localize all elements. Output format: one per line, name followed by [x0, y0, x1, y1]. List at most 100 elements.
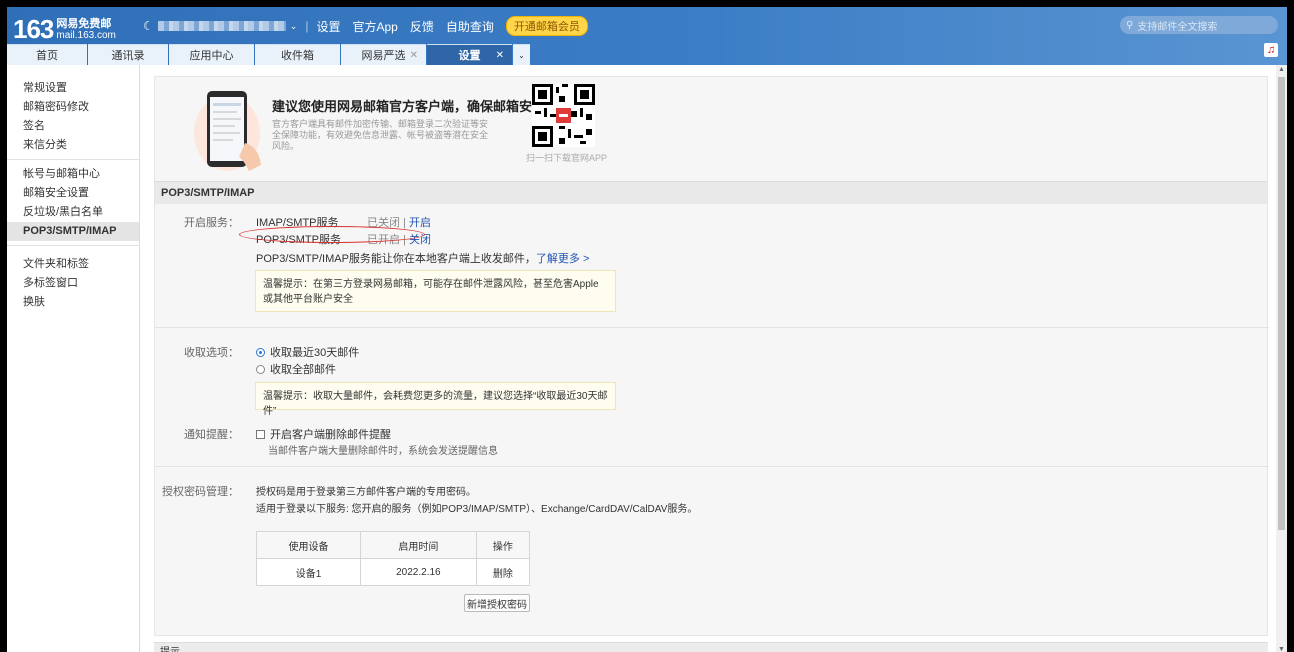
- divider: [155, 327, 1269, 328]
- scroll-thumb[interactable]: [1278, 77, 1285, 530]
- qr-code[interactable]: [532, 84, 595, 147]
- receive-label: 收取选项：: [184, 347, 239, 359]
- tab-label: 网易严选: [361, 50, 406, 62]
- auth-label: 授权密码管理：: [162, 486, 239, 498]
- sidebar-item-general[interactable]: 常规设置: [7, 79, 139, 98]
- sidebar-item-antispam[interactable]: 反垃圾/黑白名单: [7, 203, 139, 222]
- column-header-action: 操作: [475, 531, 531, 559]
- radio-icon[interactable]: [256, 365, 265, 374]
- receive-option-30days-label: 收取最近30天邮件: [270, 347, 360, 359]
- notify-description: 当邮件客户端大量删除邮件时，系统会发送提醒信息: [268, 446, 498, 457]
- service-info-text: POP3/SMTP/IMAP服务能让你在本地客户端上收发邮件，: [256, 253, 536, 265]
- browser-frame: 163 网易免费邮 mail.163.com ☾ ⌄ | 设置 官方App 反馈…: [7, 7, 1287, 652]
- next-section-title: 提示: [154, 642, 1268, 652]
- mail-logo[interactable]: 163 网易免费邮 mail.163.com: [13, 14, 116, 45]
- tab-label: 首页: [36, 50, 58, 62]
- settings-main: 建议您使用网易邮箱官方客户端，确保邮箱安全 官方客户端具有邮件加密传输、邮箱登录…: [141, 65, 1275, 652]
- official-app-link[interactable]: 官方App: [352, 18, 397, 35]
- sidebar-item-account-center[interactable]: 帐号与邮箱中心: [7, 165, 139, 184]
- account-name-blurred[interactable]: [157, 21, 286, 31]
- close-icon[interactable]: ✕: [496, 50, 504, 61]
- receive-option-30days[interactable]: 收取最近30天邮件: [256, 344, 359, 360]
- auth-description-1: 授权码是用于登录第三方邮件客户端的专用密码。: [256, 487, 476, 498]
- tab-more[interactable]: ⌄: [513, 44, 530, 65]
- top-header: 163 网易免费邮 mail.163.com ☾ ⌄ | 设置 官方App 反馈…: [7, 7, 1287, 65]
- logo-line2: mail.163.com: [56, 29, 116, 41]
- logo-line1: 网易免费邮: [56, 17, 112, 30]
- settings-panel: 建议您使用网易邮箱官方客户端，确保邮箱安全 官方客户端具有邮件加密传输、邮箱登录…: [154, 76, 1269, 636]
- auth-description-2: 适用于登录以下服务: 您开启的服务（例如POP3/IMAP/SMTP）、Exch…: [256, 504, 698, 515]
- divider: [155, 466, 1269, 467]
- close-icon[interactable]: ✕: [410, 50, 418, 61]
- tab-inbox[interactable]: 收件箱: [255, 44, 340, 65]
- tab-yanxuan[interactable]: 网易严选 ✕: [341, 44, 426, 65]
- sidebar-item-security[interactable]: 邮箱安全设置: [7, 184, 139, 203]
- moon-icon[interactable]: ☾: [143, 19, 154, 33]
- tab-bar: 首页 通讯录 应用中心 收件箱 网易严选 ✕ 设置 ✕ ⌄: [7, 42, 531, 65]
- self-service-link[interactable]: 自助查询: [446, 18, 494, 35]
- sidebar-item-folders[interactable]: 文件夹和标签: [7, 255, 139, 274]
- tab-label: 应用中心: [189, 50, 234, 62]
- qr-caption: 扫一扫下载官网APP: [526, 153, 608, 163]
- chevron-down-icon[interactable]: ⌄: [290, 21, 298, 32]
- promo-description: 官方客户端具有邮件加密传输、邮箱登录二次验证等安全保障功能，有效避免信息泄露、帐…: [272, 119, 489, 151]
- learn-more-link[interactable]: 了解更多 >: [536, 253, 589, 265]
- settings-sidebar: 常规设置 邮箱密码修改 签名 来信分类 帐号与邮箱中心 邮箱安全设置 反垃圾/黑…: [7, 65, 140, 652]
- separator: |: [400, 217, 409, 229]
- scroll-up-icon[interactable]: ▲: [1276, 65, 1287, 75]
- receive-option-all[interactable]: 收取全部邮件: [256, 361, 336, 377]
- tab-contacts[interactable]: 通讯录: [88, 44, 168, 65]
- sidebar-group-account: 帐号与邮箱中心 邮箱安全设置 反垃圾/黑白名单 POP3/SMTP/IMAP: [7, 165, 139, 246]
- section-title: POP3/SMTP/IMAP: [155, 181, 1267, 204]
- sidebar-item-skin[interactable]: 换肤: [7, 293, 139, 312]
- sidebar-group-general: 常规设置 邮箱密码修改 签名 来信分类: [7, 65, 139, 160]
- tab-label: 设置: [458, 50, 481, 62]
- service-info: POP3/SMTP/IMAP服务能让你在本地客户端上收发邮件，了解更多 >: [256, 250, 589, 266]
- search-placeholder: 支持邮件全文搜索: [1137, 21, 1218, 33]
- user-bar: ☾ ⌄ | 设置 官方App 反馈 自助查询 开通邮箱会员: [143, 16, 588, 36]
- notify-checkbox-row[interactable]: 开启客户端删除邮件提醒: [256, 426, 391, 442]
- sidebar-group-other: 文件夹和标签 多标签窗口 换肤: [7, 251, 139, 312]
- services-label: 开启服务：: [184, 217, 239, 229]
- settings-link[interactable]: 设置: [316, 18, 340, 35]
- sidebar-item-classify[interactable]: 来信分类: [7, 136, 139, 155]
- highlight-ellipse: [239, 226, 425, 243]
- column-header-time: 启用时间: [360, 531, 477, 559]
- tab-label: 通讯录: [111, 50, 145, 62]
- tab-settings[interactable]: 设置 ✕: [427, 44, 512, 65]
- tab-home[interactable]: 首页: [7, 44, 87, 65]
- phone-illustration: [194, 91, 261, 171]
- notify-checkbox-label: 开启客户端删除邮件提醒: [270, 429, 391, 441]
- table-row: 设备1 2022.2.16 删除: [255, 558, 531, 586]
- sidebar-item-password[interactable]: 邮箱密码修改: [7, 98, 139, 117]
- imap-enable-link[interactable]: 开启: [409, 217, 431, 229]
- scroll-down-icon[interactable]: ▼: [1276, 645, 1287, 652]
- search-icon: ⚲: [1126, 19, 1134, 31]
- sidebar-item-pop3[interactable]: POP3/SMTP/IMAP: [7, 222, 139, 241]
- music-icon[interactable]: ♫: [1264, 43, 1278, 57]
- service-tip: 温馨提示：在第三方登录网易邮箱，可能存在邮件泄露风险，甚至危害Apple或其他平…: [255, 270, 616, 312]
- column-header-device: 使用设备: [255, 531, 362, 559]
- search-input[interactable]: ⚲ 支持邮件全文搜索: [1120, 16, 1278, 34]
- vip-button[interactable]: 开通邮箱会员: [505, 16, 588, 36]
- checkbox-icon[interactable]: [256, 430, 265, 439]
- notify-label: 通知提醒：: [184, 429, 239, 441]
- client-promo: 建议您使用网易邮箱官方客户端，确保邮箱安全 官方客户端具有邮件加密传输、邮箱登录…: [155, 77, 1267, 181]
- add-auth-password-button[interactable]: 新增授权密码: [464, 594, 530, 612]
- tab-label: 收件箱: [281, 50, 314, 62]
- feedback-link[interactable]: 反馈: [410, 18, 434, 35]
- sidebar-item-signature[interactable]: 签名: [7, 117, 139, 136]
- promo-title: 建议您使用网易邮箱官方客户端，确保邮箱安全: [272, 99, 546, 114]
- table-header-row: 使用设备 启用时间 操作: [255, 531, 531, 559]
- divider: |: [305, 19, 309, 33]
- tab-app-center[interactable]: 应用中心: [169, 44, 254, 65]
- radio-icon[interactable]: [256, 348, 265, 357]
- scrollbar[interactable]: ▲ ▼: [1276, 65, 1287, 652]
- receive-tip: 温馨提示：收取大量邮件，会耗费您更多的流量，建议您选择“收取最近30天邮件”: [255, 382, 616, 417]
- time-cell: 2022.2.16: [360, 558, 477, 586]
- delete-link[interactable]: 删除: [475, 558, 531, 586]
- receive-option-all-label: 收取全部邮件: [270, 364, 336, 376]
- auth-table: 使用设备 启用时间 操作 设备1 2022.2.16 删除: [255, 531, 531, 586]
- logo-number: 163: [13, 14, 54, 44]
- sidebar-item-multitab[interactable]: 多标签窗口: [7, 274, 139, 293]
